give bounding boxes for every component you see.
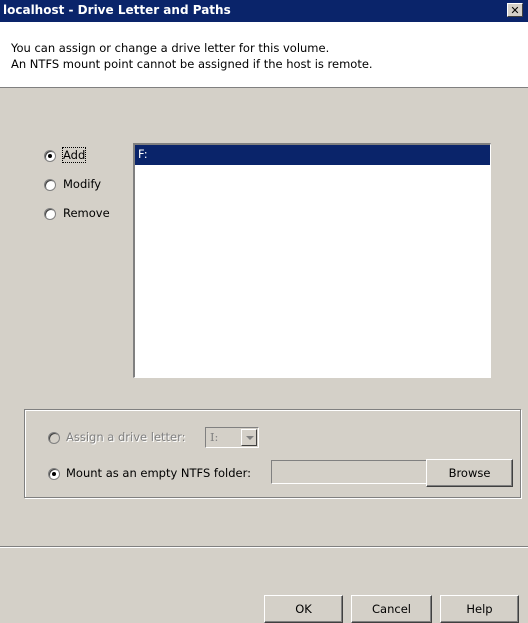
remove-radio-label[interactable]: Remove — [63, 206, 110, 220]
drive-letter-dropdown[interactable]: I: — [205, 427, 259, 448]
drive-paths-list[interactable]: F: — [133, 143, 491, 378]
drive-letter-value: I: — [210, 430, 219, 444]
close-icon: ✕ — [510, 3, 520, 17]
assign-drive-letter-radio[interactable] — [48, 432, 60, 444]
radio-selected-dot — [48, 154, 52, 158]
cancel-button[interactable]: Cancel — [351, 595, 432, 623]
mount-folder-path-input[interactable] — [271, 460, 427, 484]
header-panel: You can assign or change a drive letter … — [0, 22, 528, 88]
dropdown-button[interactable] — [241, 429, 257, 446]
ok-button[interactable]: OK — [264, 595, 343, 623]
footer-separator — [0, 546, 528, 548]
help-button[interactable]: Help — [440, 595, 519, 623]
browse-button[interactable]: Browse — [426, 459, 513, 487]
chevron-down-icon — [246, 436, 254, 440]
title-bar[interactable]: localhost - Drive Letter and Paths ✕ — [0, 0, 528, 22]
mount-ntfs-folder-label[interactable]: Mount as an empty NTFS folder: — [66, 466, 251, 480]
mount-ntfs-folder-radio[interactable] — [48, 468, 60, 480]
close-button[interactable]: ✕ — [507, 3, 523, 17]
add-radio[interactable] — [44, 150, 56, 162]
list-item[interactable]: F: — [135, 145, 490, 165]
header-description-line-1: You can assign or change a drive letter … — [11, 41, 330, 55]
radio-selected-dot — [52, 472, 56, 476]
header-description-line-2: An NTFS mount point cannot be assigned i… — [11, 57, 373, 71]
add-radio-label[interactable]: Add — [61, 147, 87, 163]
remove-radio[interactable] — [44, 208, 56, 220]
assign-drive-letter-label[interactable]: Assign a drive letter: — [66, 430, 186, 444]
modify-radio[interactable] — [44, 179, 56, 191]
window-title: localhost - Drive Letter and Paths — [3, 3, 231, 17]
modify-radio-label[interactable]: Modify — [63, 177, 101, 191]
